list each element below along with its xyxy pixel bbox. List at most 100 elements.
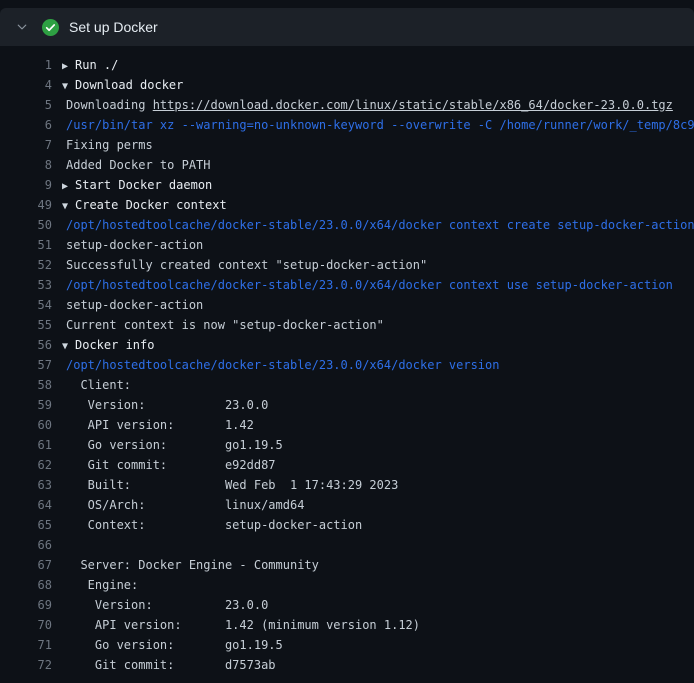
log-line: 63 Built: Wed Feb 1 17:43:29 2023 <box>0 475 694 495</box>
line-number[interactable]: 64 <box>0 495 52 515</box>
log-line: 54 setup-docker-action <box>0 295 694 315</box>
log-text: Git commit: d7573ab <box>66 658 276 672</box>
line-number[interactable]: 67 <box>0 555 52 575</box>
log-text: Downloading <box>66 98 153 112</box>
log-line: 69 Version: 23.0.0 <box>0 595 694 615</box>
log-text: Fixing perms <box>66 138 153 152</box>
line-number[interactable]: 62 <box>0 455 52 475</box>
log-text: Engine: <box>66 578 138 592</box>
log-line: 7 Fixing perms <box>0 135 694 155</box>
log-text: Git commit: e92dd87 <box>66 458 276 472</box>
log-text: Go version: go1.19.5 <box>66 638 283 652</box>
log-line: 61 Go version: go1.19.5 <box>0 435 694 455</box>
line-number[interactable]: 68 <box>0 575 52 595</box>
log-line: 67 Server: Docker Engine - Community <box>0 555 694 575</box>
log-line: 64 OS/Arch: linux/amd64 <box>0 495 694 515</box>
line-number[interactable]: 1 <box>0 55 52 75</box>
line-number[interactable]: 4 <box>0 75 52 95</box>
line-number[interactable]: 51 <box>0 235 52 255</box>
line-number[interactable]: 63 <box>0 475 52 495</box>
line-number[interactable]: 61 <box>0 435 52 455</box>
success-check-icon <box>42 19 59 36</box>
log-line: 66 <box>0 535 694 555</box>
log-line: 59 Version: 23.0.0 <box>0 395 694 415</box>
line-number[interactable]: 9 <box>0 175 52 195</box>
line-number[interactable]: 54 <box>0 295 52 315</box>
log-line: 6/usr/bin/tar xz --warning=no-unknown-ke… <box>0 115 694 135</box>
log-line: 8 Added Docker to PATH <box>0 155 694 175</box>
log-line: 58 Client: <box>0 375 694 395</box>
group-title: Download docker <box>75 78 183 92</box>
actions-log-panel: Set up Docker 1▶Run ./4▼Download docker5… <box>0 8 694 683</box>
triangle-down-icon[interactable]: ▼ <box>62 197 75 215</box>
line-number[interactable]: 8 <box>0 155 52 175</box>
triangle-down-icon[interactable]: ▼ <box>62 77 75 95</box>
triangle-down-icon[interactable]: ▼ <box>62 337 75 355</box>
log-text: Built: Wed Feb 1 17:43:29 2023 <box>66 478 398 492</box>
chevron-down-icon[interactable] <box>16 21 28 33</box>
log-line: 5 Downloading https://download.docker.com… <box>0 95 694 115</box>
log-text: API version: 1.42 <box>66 418 254 432</box>
log-text: API version: 1.42 (minimum version 1.12) <box>66 618 420 632</box>
log-text: Server: Docker Engine - Community <box>66 558 319 572</box>
line-number[interactable]: 56 <box>0 335 52 355</box>
log-text: Context: setup-docker-action <box>66 518 362 532</box>
log-line: 72 Git commit: d7573ab <box>0 655 694 675</box>
log-line: 57/opt/hostedtoolcache/docker-stable/23.… <box>0 355 694 375</box>
log-line: 70 API version: 1.42 (minimum version 1.… <box>0 615 694 635</box>
step-title: Set up Docker <box>69 19 158 35</box>
log-line[interactable]: 9 ▶Start Docker daemon <box>0 175 694 195</box>
line-number[interactable]: 50 <box>0 215 52 235</box>
line-number[interactable]: 71 <box>0 635 52 655</box>
line-number[interactable]: 5 <box>0 95 52 115</box>
line-number[interactable]: 69 <box>0 595 52 615</box>
log-line: 53/opt/hostedtoolcache/docker-stable/23.… <box>0 275 694 295</box>
log-text: Successfully created context "setup-dock… <box>66 258 427 272</box>
log-text: Version: 23.0.0 <box>66 398 268 412</box>
log-text: Current context is now "setup-docker-act… <box>66 318 384 332</box>
triangle-right-icon[interactable]: ▶ <box>62 57 75 75</box>
log-text: Version: 23.0.0 <box>66 598 268 612</box>
log-line[interactable]: 56 ▼Docker info <box>0 335 694 355</box>
log-lines: 1▶Run ./4▼Download docker5Downloading ht… <box>0 46 694 675</box>
log-line[interactable]: 49 ▼Create Docker context <box>0 195 694 215</box>
command-text: /opt/hostedtoolcache/docker-stable/23.0.… <box>66 358 499 372</box>
triangle-right-icon[interactable]: ▶ <box>62 177 75 195</box>
line-number[interactable]: 6 <box>0 115 52 135</box>
log-line: 62 Git commit: e92dd87 <box>0 455 694 475</box>
line-number[interactable]: 57 <box>0 355 52 375</box>
log-line: 55 Current context is now "setup-docker-a… <box>0 315 694 335</box>
line-number[interactable]: 52 <box>0 255 52 275</box>
line-number[interactable]: 60 <box>0 415 52 435</box>
log-line: 68 Engine: <box>0 575 694 595</box>
line-number[interactable]: 49 <box>0 195 52 215</box>
line-number[interactable]: 58 <box>0 375 52 395</box>
command-text: /opt/hostedtoolcache/docker-stable/23.0.… <box>66 218 694 232</box>
line-number[interactable]: 55 <box>0 315 52 335</box>
line-number[interactable]: 7 <box>0 135 52 155</box>
log-line: 51 setup-docker-action <box>0 235 694 255</box>
group-title: Run ./ <box>75 58 118 72</box>
group-title: Create Docker context <box>75 198 227 212</box>
log-text: OS/Arch: linux/amd64 <box>66 498 304 512</box>
group-title: Start Docker daemon <box>75 178 212 192</box>
log-text: setup-docker-action <box>66 298 203 312</box>
line-number[interactable]: 59 <box>0 395 52 415</box>
command-text: /usr/bin/tar xz --warning=no-unknown-key… <box>66 118 694 132</box>
log-link[interactable]: https://download.docker.com/linux/static… <box>153 98 673 112</box>
line-number[interactable]: 66 <box>0 535 52 555</box>
log-text: setup-docker-action <box>66 238 203 252</box>
log-line: 52 Successfully created context "setup-do… <box>0 255 694 275</box>
line-number[interactable]: 70 <box>0 615 52 635</box>
log-line: 50/opt/hostedtoolcache/docker-stable/23.… <box>0 215 694 235</box>
line-number[interactable]: 53 <box>0 275 52 295</box>
log-line[interactable]: 4 ▼Download docker <box>0 75 694 95</box>
line-number[interactable]: 72 <box>0 655 52 675</box>
line-number[interactable]: 65 <box>0 515 52 535</box>
step-header[interactable]: Set up Docker <box>0 8 694 46</box>
log-line: 60 API version: 1.42 <box>0 415 694 435</box>
command-text: /opt/hostedtoolcache/docker-stable/23.0.… <box>66 278 673 292</box>
group-title: Docker info <box>75 338 154 352</box>
log-line[interactable]: 1 ▶Run ./ <box>0 55 694 75</box>
log-text: Added Docker to PATH <box>66 158 211 172</box>
